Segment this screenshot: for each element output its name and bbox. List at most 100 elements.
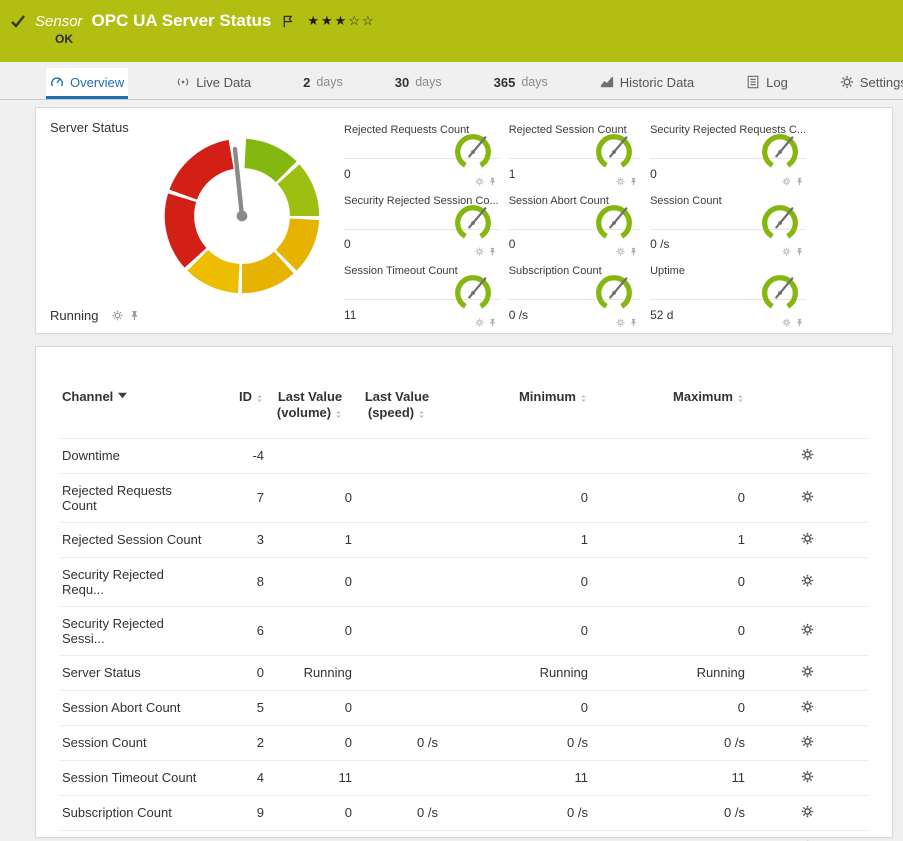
channel-settings-cell [747, 438, 868, 473]
sensor-header: Sensor OPC UA Server Status ★★★☆☆ OK [0, 0, 903, 62]
pin-icon[interactable] [488, 177, 497, 186]
gauge-needle [776, 279, 792, 298]
gear-icon[interactable] [475, 247, 484, 256]
id-cell: 2 [210, 725, 266, 760]
channel-settings-cell [747, 725, 868, 760]
pin-icon[interactable] [795, 177, 804, 186]
col-header-id[interactable]: ID [210, 385, 266, 438]
last-value-volume-cell: 11 [266, 760, 354, 795]
last-value-volume-cell: 0 [266, 557, 354, 606]
last-value-speed-cell [354, 830, 440, 841]
last-value-volume-cell: Running [266, 655, 354, 690]
gear-icon[interactable] [801, 770, 814, 783]
col-header-maximum[interactable]: Maximum [590, 385, 747, 438]
gear-icon[interactable] [801, 574, 814, 587]
last-value-speed-cell [354, 557, 440, 606]
channel-settings-cell [747, 830, 868, 841]
col-header-last-value-speed[interactable]: Last Value (speed) [354, 385, 440, 438]
pin-icon[interactable] [488, 318, 497, 327]
tab-historic-data[interactable]: Historic Data [596, 68, 698, 99]
gauge-needle [469, 137, 485, 156]
gear-icon[interactable] [616, 177, 625, 186]
gear-icon[interactable] [782, 177, 791, 186]
channel-name-cell[interactable]: Session Timeout Count [60, 760, 210, 795]
gauge-needle [776, 137, 792, 156]
gear-icon[interactable] [616, 247, 625, 256]
maximum-cell: 52 d [590, 830, 747, 841]
channel-name-cell[interactable]: Session Abort Count [60, 690, 210, 725]
tab-overview[interactable]: Overview [46, 68, 128, 99]
col-header-channel[interactable]: Channel [60, 385, 210, 438]
col-label: Channel [62, 389, 113, 404]
channel-name-cell[interactable]: Session Count [60, 725, 210, 760]
minimum-cell: 11 [440, 760, 590, 795]
channel-name-cell[interactable]: Security Rejected Sessi... [60, 606, 210, 655]
mini-gauge [451, 271, 495, 315]
server-status-gauge [154, 128, 330, 304]
tab-settings[interactable]: Settings [836, 68, 903, 99]
channel-name-cell[interactable]: Uptime [60, 830, 210, 841]
channel-name-cell[interactable]: Downtime [60, 438, 210, 473]
mini-gauge-cell: Subscription Count 0 /s [509, 259, 640, 330]
tab-365-days[interactable]: 365 days [490, 68, 552, 99]
tab-label: Overview [70, 75, 124, 90]
gear-icon[interactable] [475, 177, 484, 186]
tab-2-days[interactable]: 2 days [299, 68, 347, 99]
last-value-volume-cell: 52 d [266, 830, 354, 841]
pin-icon[interactable] [629, 318, 638, 327]
tab-label: Live Data [196, 75, 251, 90]
last-value-speed-cell [354, 473, 440, 522]
mini-gauge [451, 201, 495, 245]
pin-icon[interactable] [629, 177, 638, 186]
caret-down-icon [118, 391, 127, 400]
channel-name-cell[interactable]: Rejected Requests Count [60, 473, 210, 522]
table-row: Rejected Requests Count 7 0 0 0 [60, 473, 868, 522]
overview-icon [50, 75, 64, 89]
channel-name-cell[interactable]: Subscription Count [60, 795, 210, 830]
mini-gauge-cell: Security Rejected Session Co... 0 [344, 189, 499, 260]
gear-icon[interactable] [616, 318, 625, 327]
sort-icon [255, 394, 264, 403]
priority-stars[interactable]: ★★★☆☆ [307, 13, 375, 29]
channel-name-cell[interactable]: Server Status [60, 655, 210, 690]
channel-name-cell[interactable]: Rejected Session Count [60, 522, 210, 557]
gear-icon[interactable] [801, 623, 814, 636]
gear-icon[interactable] [801, 735, 814, 748]
gear-icon[interactable] [801, 665, 814, 678]
col-header-last-value-volume[interactable]: Last Value (volume) [266, 385, 354, 438]
table-row: Session Abort Count 5 0 0 0 [60, 690, 868, 725]
table-row: Session Count 2 0 0 /s 0 /s 0 /s [60, 725, 868, 760]
gauge-value: 0 [344, 167, 351, 181]
pin-icon[interactable] [795, 318, 804, 327]
object-kind-label: Sensor [35, 13, 83, 30]
tab-log[interactable]: Log [742, 68, 792, 99]
pin-icon[interactable] [488, 247, 497, 256]
mini-gauge-grid: Rejected Requests Count 0 Rejected Sessi… [344, 118, 806, 330]
gear-icon[interactable] [801, 700, 814, 713]
last-value-speed-cell [354, 522, 440, 557]
gear-icon[interactable] [801, 532, 814, 545]
tab-30-days[interactable]: 30 days [391, 68, 446, 99]
channel-settings-cell [747, 473, 868, 522]
pin-icon[interactable] [129, 310, 140, 321]
channel-name-cell[interactable]: Security Rejected Requ... [60, 557, 210, 606]
tab-live-data[interactable]: Live Data [172, 68, 255, 99]
gear-icon[interactable] [782, 318, 791, 327]
pin-icon[interactable] [629, 247, 638, 256]
pin-icon[interactable] [795, 247, 804, 256]
gear-icon[interactable] [801, 805, 814, 818]
gear-icon[interactable] [475, 318, 484, 327]
gear-icon[interactable] [801, 448, 814, 461]
flag-icon[interactable] [282, 15, 294, 28]
id-cell: 4 [210, 760, 266, 795]
channel-settings-cell [747, 760, 868, 795]
gear-icon[interactable] [782, 247, 791, 256]
gauge-needle [776, 208, 792, 227]
sort-icon [334, 410, 343, 419]
table-row: Subscription Count 9 0 0 /s 0 /s 0 /s [60, 795, 868, 830]
table-row: Uptime 1 52 d 52 d 52 d [60, 830, 868, 841]
gear-icon[interactable] [801, 490, 814, 503]
gear-icon[interactable] [112, 310, 123, 321]
col-header-minimum[interactable]: Minimum [440, 385, 590, 438]
maximum-cell: Running [590, 655, 747, 690]
